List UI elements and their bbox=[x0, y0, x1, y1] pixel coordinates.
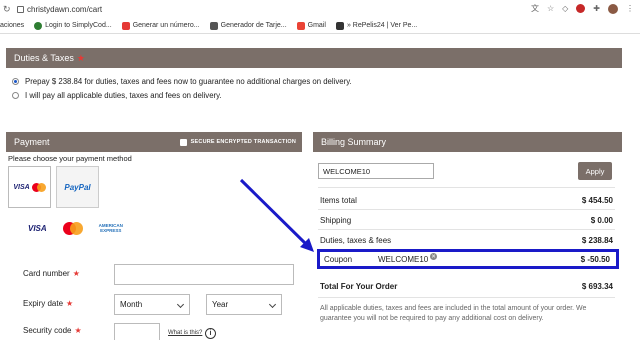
annotation-arrow-line bbox=[239, 178, 310, 248]
annotation-arrow bbox=[239, 178, 314, 252]
